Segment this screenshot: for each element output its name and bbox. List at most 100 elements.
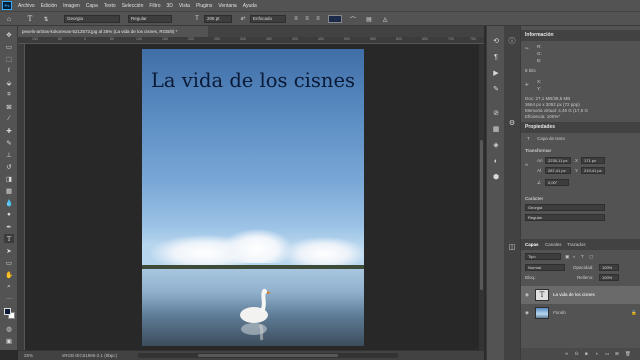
angle-field[interactable]: 0,00° [545, 179, 569, 186]
transform-section-title[interactable]: Transformar [525, 148, 551, 153]
layer-row-text[interactable]: ◉ T La vida de los cisnes [521, 286, 640, 304]
gradient-tool-icon[interactable]: ▦ [4, 186, 14, 195]
type-tool-icon[interactable]: T [25, 14, 35, 24]
menu-filtro[interactable]: Filtro [146, 3, 163, 9]
antialias-select[interactable]: Enfocado [250, 15, 286, 23]
link-layers-icon[interactable]: ∞ [565, 351, 568, 356]
character-panel-icon[interactable]: ▤ [364, 14, 374, 24]
eyedropper-tool-icon[interactable]: ⁄ [4, 114, 14, 123]
zoom-tool-icon[interactable]: ⌕ [4, 282, 14, 291]
brush-tool-icon[interactable]: ✎ [4, 138, 14, 147]
scrollbar-thumb[interactable] [480, 140, 483, 290]
character-style-select[interactable]: Regular [525, 214, 605, 221]
tab-paths[interactable]: Trazados [567, 242, 586, 247]
character-font-select[interactable]: Georgia [525, 204, 605, 211]
fill-field[interactable]: 100% [599, 274, 619, 281]
eraser-tool-icon[interactable]: ◨ [4, 174, 14, 183]
marquee-tool-icon[interactable]: ⬚ [4, 54, 14, 63]
new-layer-icon[interactable]: ⊞ [615, 351, 619, 357]
layer-name[interactable]: Fondo [553, 310, 566, 315]
visibility-eye-icon[interactable]: ◉ [525, 292, 529, 298]
layer-filter-select[interactable]: Tipo [525, 253, 561, 260]
zoom-level[interactable]: 25% [24, 353, 33, 358]
menu-ventana[interactable]: Ventana [215, 3, 239, 9]
visibility-eye-icon[interactable]: ◉ [525, 310, 529, 316]
foreground-color-swatch[interactable] [4, 308, 11, 315]
pen-tool-icon[interactable]: ✒ [4, 222, 14, 231]
character-section-title[interactable]: Carácter [525, 196, 543, 201]
status-arrow-icon[interactable]: › [110, 353, 112, 358]
swatches-icon[interactable]: ▦ [491, 124, 501, 134]
color-icon[interactable]: ◐ [491, 156, 501, 166]
dodge-tool-icon[interactable]: ● [4, 210, 14, 219]
align-right-icon[interactable]: ≡ [313, 14, 323, 24]
screen-mode-icon[interactable]: ▣ [4, 336, 14, 345]
object-select-tool-icon[interactable]: ⬙ [4, 78, 14, 87]
width-field[interactable]: 2235,11 px [545, 157, 571, 164]
brush-settings-icon[interactable]: ✎ [491, 84, 501, 94]
styles-icon[interactable]: ⬢ [491, 172, 501, 182]
play-actions-icon[interactable]: ▶ [491, 68, 501, 78]
move-tool-icon[interactable]: ✥ [4, 30, 14, 39]
blend-mode-select[interactable]: Normal [525, 264, 565, 271]
document-title-text[interactable]: La vida de los cisnes [142, 69, 364, 92]
paragraph-icon[interactable]: ¶ [491, 52, 501, 62]
info-panel-header[interactable]: Información [521, 30, 640, 41]
photoshop-logo-icon[interactable]: Ps [2, 1, 12, 10]
new-group-icon[interactable]: ▭ [605, 351, 609, 357]
layers-icon[interactable]: ◫ [507, 242, 517, 252]
opacity-field[interactable]: 100% [599, 264, 619, 271]
type-tool-icon-active[interactable]: T [4, 234, 14, 243]
font-style-select[interactable]: Regular [128, 15, 172, 23]
filter-type-icon[interactable]: T [581, 254, 584, 259]
menu-seleccion[interactable]: Selección [119, 3, 147, 9]
add-mask-icon[interactable]: ◙ [585, 351, 588, 356]
layer-name[interactable]: La vida de los cisnes [553, 292, 595, 297]
more-tools-icon[interactable]: ··· [4, 294, 14, 303]
stamp-tool-icon[interactable]: ⊥ [4, 150, 14, 159]
properties-panel-header[interactable]: Propiedades [521, 122, 640, 133]
filter-pixel-icon[interactable]: ▣ [565, 254, 569, 260]
menu-archivo[interactable]: Archivo [15, 3, 38, 9]
link-icon[interactable]: ∞ [525, 162, 528, 167]
shape-tool-icon[interactable]: ▭ [4, 258, 14, 267]
artboard-tool-icon[interactable]: ▭ [4, 42, 14, 51]
libraries-icon[interactable]: ◈ [491, 140, 501, 150]
vertical-scrollbar[interactable] [479, 44, 484, 350]
healing-brush-icon[interactable]: ✚ [4, 126, 14, 135]
menu-texto[interactable]: Texto [101, 3, 119, 9]
y-field[interactable]: 219,41 px [581, 167, 605, 174]
adjustment-layer-icon[interactable]: ◑ [595, 351, 598, 356]
document-tab[interactable]: pexels-artiras-kokorevas-5212573.jpg al … [18, 26, 208, 37]
blur-tool-icon[interactable]: 💧 [4, 198, 14, 207]
menu-plugins[interactable]: Plugins [193, 3, 215, 9]
crop-tool-icon[interactable]: ⌗ [4, 90, 14, 99]
x-field[interactable]: 171 px [581, 157, 605, 164]
text-color-swatch[interactable] [328, 15, 342, 23]
history-icon[interactable]: ⟲ [491, 36, 501, 46]
document-canvas[interactable]: La vida de los cisnes [142, 49, 364, 346]
text-orientation-icon[interactable]: ⇅ [41, 14, 51, 24]
menu-edicion[interactable]: Edición [38, 3, 60, 9]
3d-icon[interactable]: ◬ [380, 14, 390, 24]
menu-vista[interactable]: Vista [176, 3, 193, 9]
history-brush-icon[interactable]: ↺ [4, 162, 14, 171]
delete-layer-icon[interactable]: 🗑 [625, 351, 631, 357]
properties-icon[interactable]: ⚙ [507, 118, 517, 128]
font-family-select[interactable]: Georgia [64, 15, 120, 23]
filter-shape-icon[interactable]: ▢ [589, 254, 593, 260]
layer-row-background[interactable]: ◉ Fondo 🔒 [521, 304, 640, 322]
home-icon[interactable]: ⌂ [4, 14, 14, 24]
tab-channels[interactable]: Canales [545, 242, 562, 247]
menu-imagen[interactable]: Imagen [60, 3, 83, 9]
path-select-tool-icon[interactable]: ➤ [4, 246, 14, 255]
menu-capa[interactable]: Capa [83, 3, 101, 9]
menu-3d[interactable]: 3D [164, 3, 176, 9]
horizontal-scrollbar[interactable] [138, 353, 398, 358]
frame-tool-icon[interactable]: ⊠ [4, 102, 14, 111]
layer-style-icon[interactable]: fx [575, 351, 579, 356]
scrollbar-thumb[interactable] [198, 354, 338, 357]
font-size-field[interactable]: 206 pt [204, 15, 232, 23]
tab-layers[interactable]: Capas [525, 242, 539, 247]
warp-text-icon[interactable]: ⌒ [348, 14, 358, 24]
